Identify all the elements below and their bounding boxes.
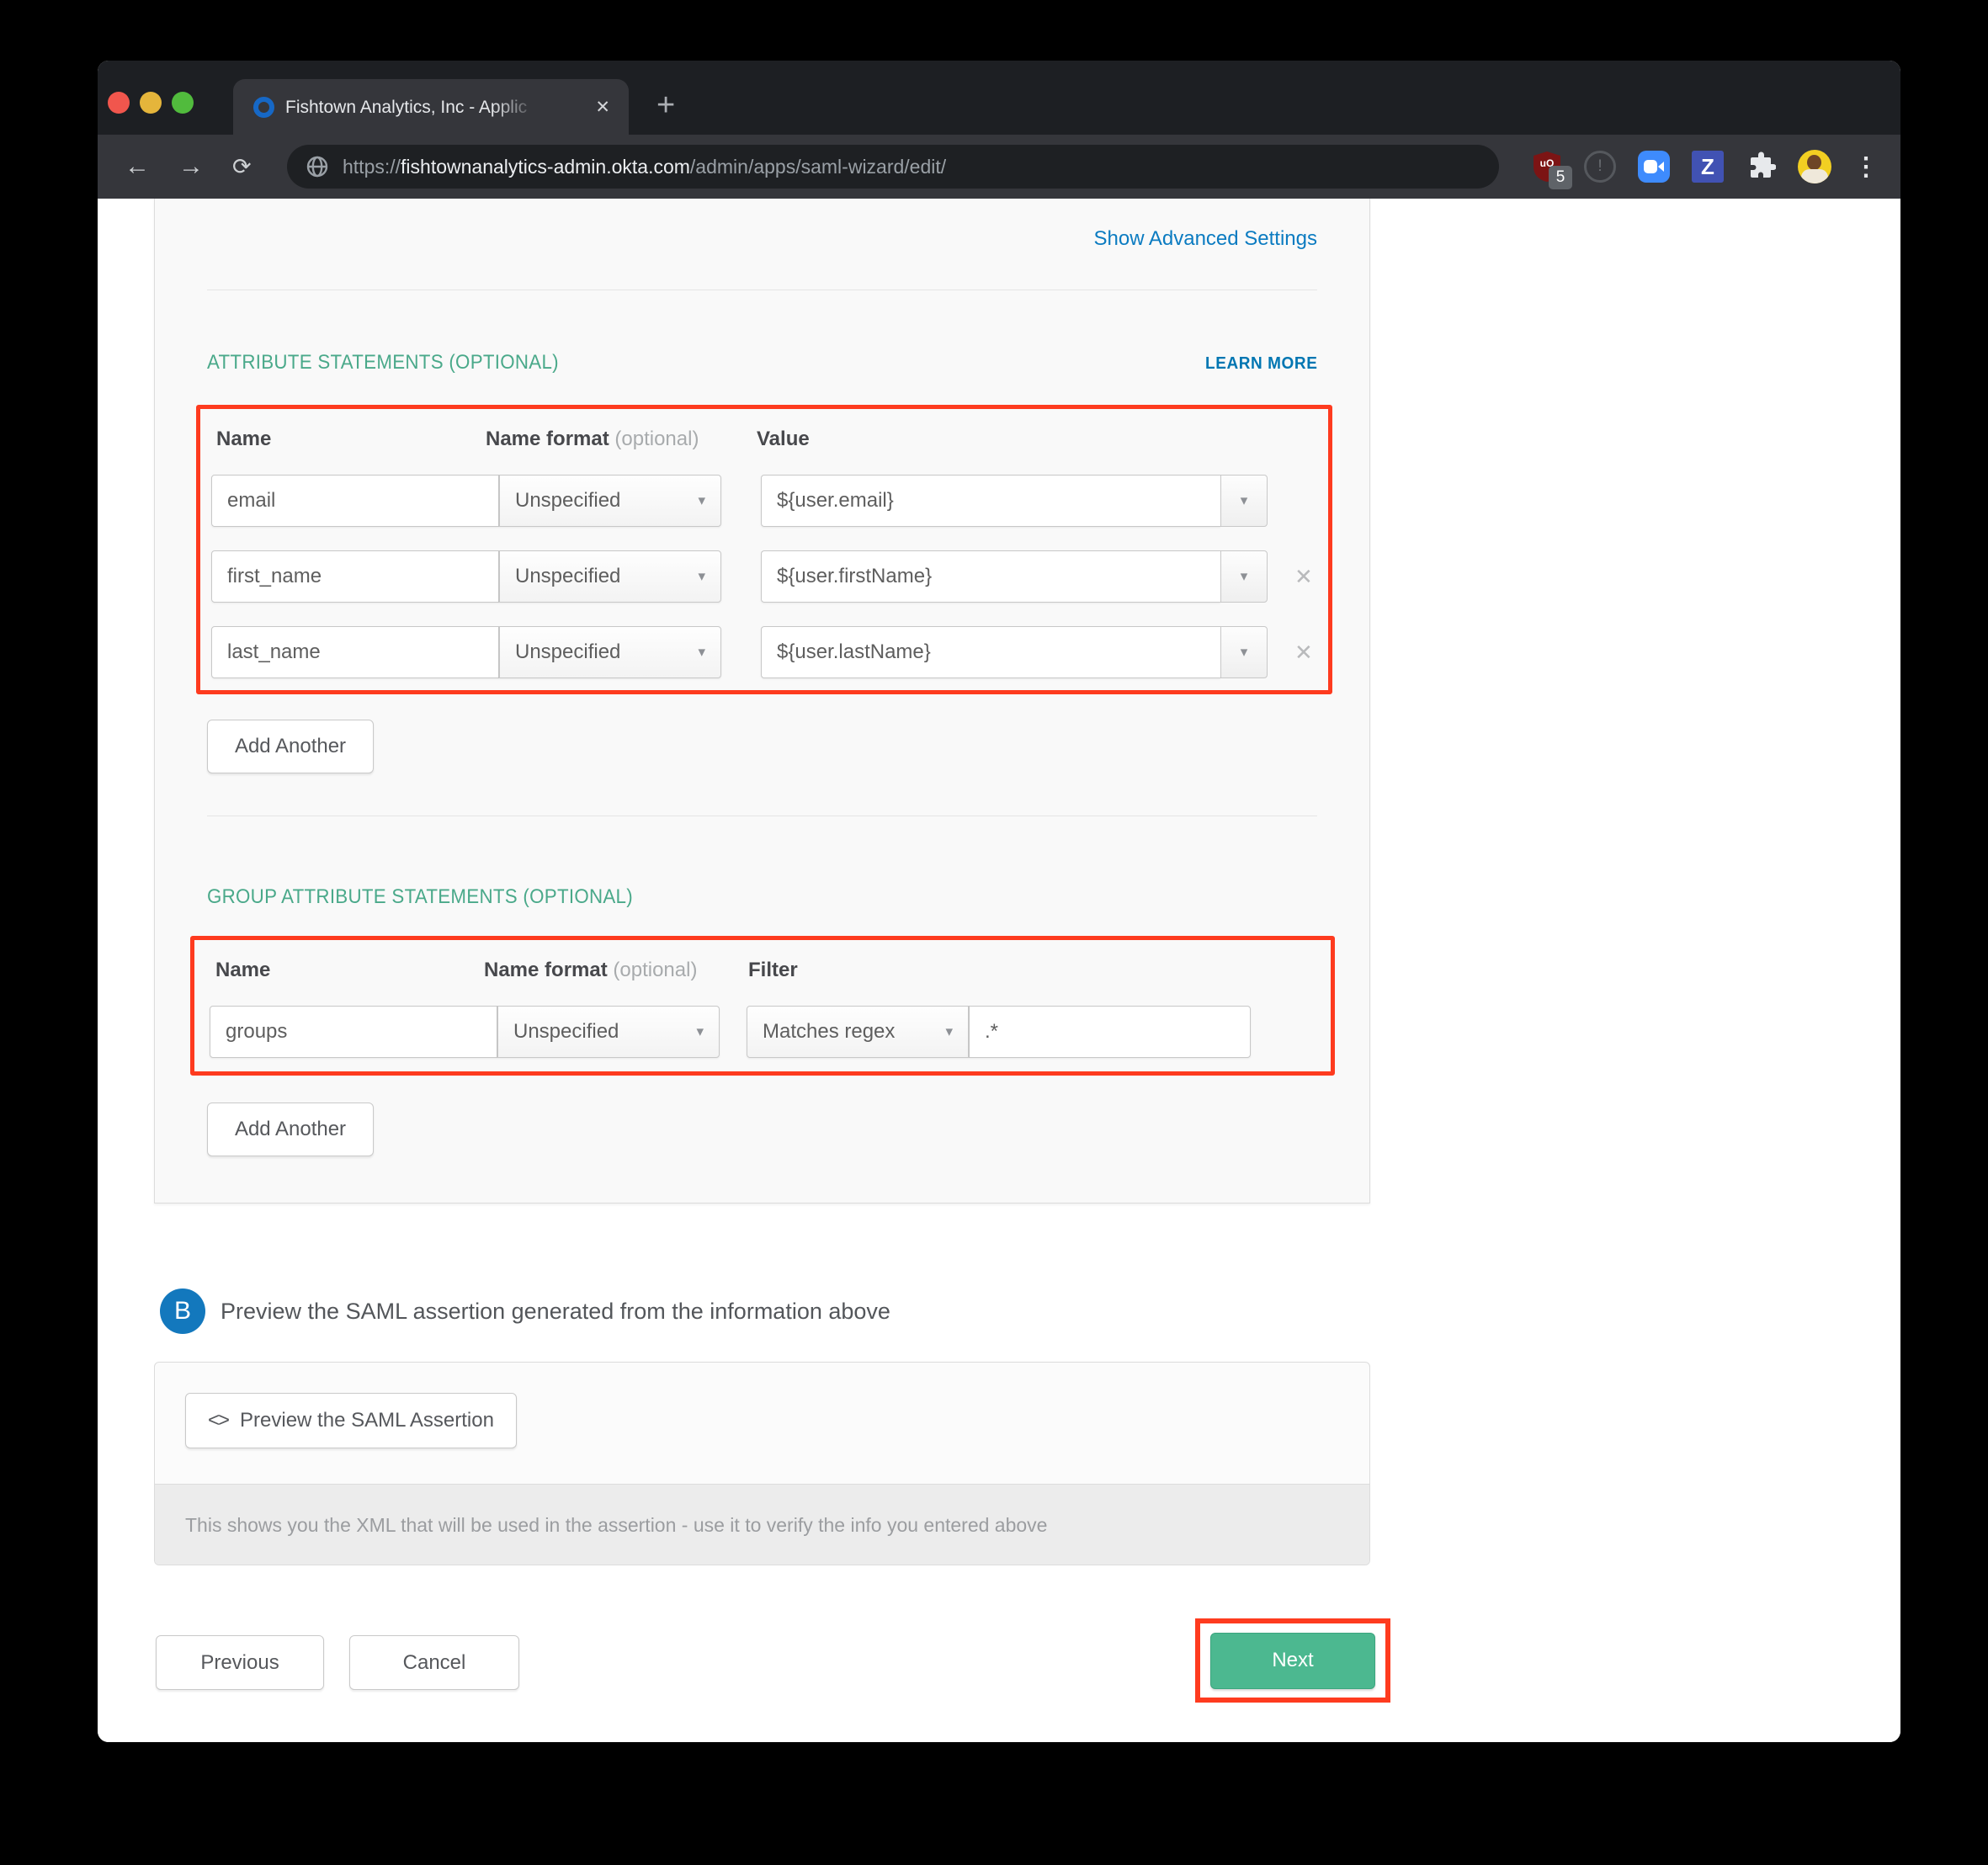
attribute-name-input[interactable] <box>211 626 499 678</box>
tab-title: Fishtown Analytics, Inc - Applic <box>285 96 538 120</box>
annotation-box-next: Next <box>1195 1618 1390 1703</box>
preview-saml-assertion-button[interactable]: <> Preview the SAML Assertion <box>185 1393 517 1448</box>
learn-more-link[interactable]: LEARN MORE <box>1205 354 1317 374</box>
column-headers: Name Name format (optional) Value <box>211 428 1317 454</box>
chevron-down-icon: ▾ <box>696 1023 704 1040</box>
remove-row-icon[interactable]: ✕ <box>1294 564 1313 590</box>
step-b-badge: B <box>160 1288 205 1334</box>
filter-type-select[interactable]: Matches regex ▾ <box>747 1006 969 1058</box>
value-dropdown-button[interactable]: ▾ <box>1220 475 1268 527</box>
zoom-window-button[interactable] <box>172 92 194 114</box>
step-b-title: Preview the SAML assertion generated fro… <box>221 1299 890 1325</box>
ublock-extension-icon[interactable]: uO 5 <box>1532 151 1562 183</box>
preview-note: This shows you the XML that will be used… <box>155 1484 1369 1565</box>
chevron-down-icon: ▾ <box>1241 644 1248 661</box>
value-dropdown-button[interactable]: ▾ <box>1220 550 1268 603</box>
address-bar[interactable]: https://fishtownanalytics-admin.okta.com… <box>287 145 1499 189</box>
attribute-value-input[interactable] <box>761 626 1220 678</box>
ublock-badge: 5 <box>1549 166 1572 189</box>
minimize-window-button[interactable] <box>140 92 162 114</box>
filter-value-input[interactable] <box>969 1006 1251 1058</box>
add-another-button[interactable]: Add Another <box>207 1103 374 1156</box>
desktop-background: Fishtown Analytics, Inc - Applic ✕ + ← →… <box>0 0 1988 1865</box>
step-b-section: B Preview the SAML assertion generated f… <box>160 1288 890 1334</box>
chevron-down-icon: ▾ <box>698 568 705 585</box>
attribute-value-input[interactable] <box>761 550 1220 603</box>
new-tab-button[interactable]: + <box>656 79 675 131</box>
group-attribute-row: Unspecified ▾ Matches regex ▾ <box>210 1006 1316 1058</box>
cancel-button[interactable]: Cancel <box>349 1635 519 1690</box>
annotation-box-attribute-statements: Name Name format (optional) Value Unspec… <box>196 405 1332 694</box>
attribute-row: Unspecified ▾ ▾ ✕ <box>211 626 1317 678</box>
column-headers: Name Name format (optional) Filter <box>210 959 1316 986</box>
back-icon[interactable]: ← <box>125 150 150 183</box>
extension-row: uO 5 ! Z ⋮ <box>1532 135 1879 199</box>
group-attribute-statements-heading: GROUP ATTRIBUTE STATEMENTS (OPTIONAL) <box>207 885 633 909</box>
previous-button[interactable]: Previous <box>156 1635 324 1690</box>
url-text: https://fishtownanalytics-admin.okta.com… <box>343 156 946 178</box>
add-another-button[interactable]: Add Another <box>207 720 374 773</box>
browser-toolbar: ← → ⟳ https://fishtownanalytics-admin.ok… <box>98 135 1900 199</box>
show-advanced-settings-link[interactable]: Show Advanced Settings <box>1093 227 1317 251</box>
name-format-select[interactable]: Unspecified ▾ <box>499 626 721 678</box>
chevron-down-icon: ▾ <box>1241 492 1248 509</box>
page-content: Show Advanced Settings ATTRIBUTE STATEME… <box>98 199 1900 1742</box>
okta-favicon-icon <box>253 97 274 118</box>
tab-close-icon[interactable]: ✕ <box>595 96 610 120</box>
attribute-name-input[interactable] <box>211 550 499 603</box>
code-icon: <> <box>208 1409 228 1432</box>
chevron-down-icon: ▾ <box>1241 568 1248 585</box>
name-format-select[interactable]: Unspecified ▾ <box>499 475 721 527</box>
chevron-down-icon: ▾ <box>698 492 705 509</box>
attribute-row: Unspecified ▾ ▾ ✕ <box>211 550 1317 603</box>
chevron-down-icon: ▾ <box>945 1023 953 1040</box>
profile-avatar[interactable] <box>1798 150 1831 183</box>
extensions-puzzle-icon[interactable] <box>1746 151 1776 182</box>
browser-menu-icon[interactable]: ⋮ <box>1853 152 1879 182</box>
chevron-down-icon: ▾ <box>698 644 705 661</box>
name-format-select[interactable]: Unspecified ▾ <box>497 1006 720 1058</box>
attribute-row: Unspecified ▾ ▾ <box>211 475 1317 527</box>
name-format-select[interactable]: Unspecified ▾ <box>499 550 721 603</box>
value-dropdown-button[interactable]: ▾ <box>1220 626 1268 678</box>
close-window-button[interactable] <box>108 92 130 114</box>
reload-icon[interactable]: ⟳ <box>232 150 252 183</box>
forward-icon[interactable]: → <box>178 150 204 183</box>
annotation-box-group-attribute-statements: Name Name format (optional) Filter Unspe… <box>190 936 1335 1076</box>
disabled-extension-icon[interactable]: ! <box>1584 151 1616 183</box>
z-extension-icon[interactable]: Z <box>1692 151 1724 183</box>
browser-tab[interactable]: Fishtown Analytics, Inc - Applic ✕ <box>233 79 629 135</box>
group-name-input[interactable] <box>210 1006 497 1058</box>
remove-row-icon[interactable]: ✕ <box>1294 640 1313 666</box>
traffic-lights <box>108 92 194 114</box>
next-button[interactable]: Next <box>1210 1633 1375 1689</box>
browser-window: Fishtown Analytics, Inc - Applic ✕ + ← →… <box>98 61 1900 1742</box>
site-info-icon[interactable] <box>306 155 329 178</box>
tab-strip: Fishtown Analytics, Inc - Applic ✕ + <box>98 61 1900 135</box>
attribute-value-input[interactable] <box>761 475 1220 527</box>
saml-settings-panel: Show Advanced Settings ATTRIBUTE STATEME… <box>154 199 1370 1203</box>
preview-panel: <> Preview the SAML Assertion This shows… <box>154 1362 1370 1565</box>
attribute-name-input[interactable] <box>211 475 499 527</box>
zoom-extension-icon[interactable] <box>1638 151 1670 183</box>
attribute-statements-heading: ATTRIBUTE STATEMENTS (OPTIONAL) <box>207 351 559 375</box>
